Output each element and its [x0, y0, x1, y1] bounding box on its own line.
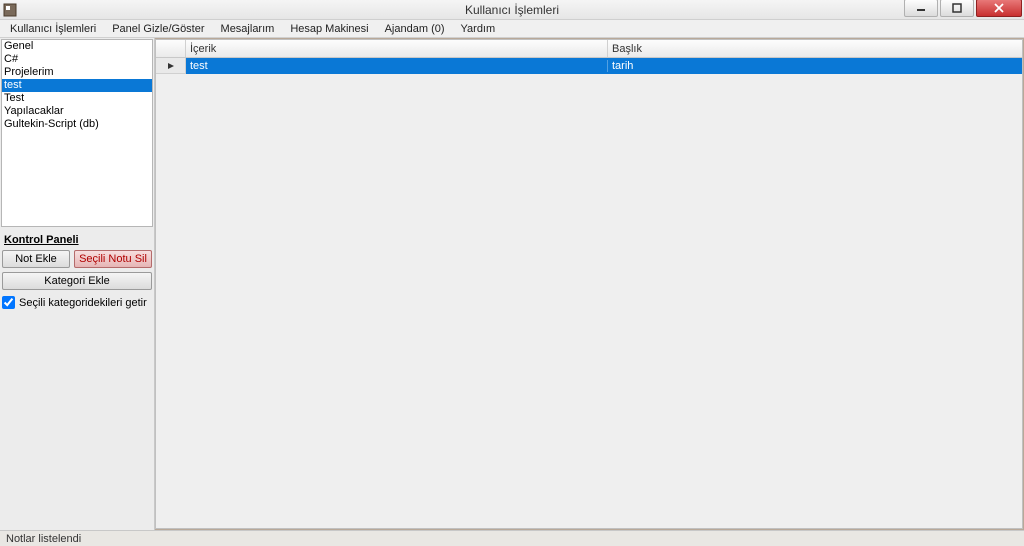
menu-agenda[interactable]: Ajandam (0)	[377, 22, 453, 36]
grid-row-selector[interactable]	[156, 58, 186, 74]
control-panel: Kontrol Paneli Not Ekle Seçili Notu Sil …	[0, 230, 154, 311]
category-item[interactable]: Projelerim	[2, 66, 152, 79]
status-text: Notlar listelendi	[6, 533, 81, 545]
window-title: Kullanıcı İşlemleri	[465, 3, 559, 17]
menu-calculator[interactable]: Hesap Makinesi	[282, 22, 376, 36]
row-indicator-icon	[167, 62, 175, 70]
menu-messages[interactable]: Mesajlarım	[213, 22, 283, 36]
menu-bar: Kullanıcı İşlemleri Panel Gizle/Göster M…	[0, 20, 1024, 38]
fetch-category-items-checkbox-row[interactable]: Seçili kategoridekileri getir	[2, 296, 152, 309]
grid-cell-title[interactable]: tarih	[608, 60, 1022, 72]
minimize-button[interactable]	[904, 0, 938, 17]
add-note-button[interactable]: Not Ekle	[2, 250, 70, 268]
grid-row-selector-header[interactable]	[156, 40, 186, 57]
category-list[interactable]: Genel C# Projelerim test Test Yapılacakl…	[1, 39, 153, 227]
category-item[interactable]: Gultekin-Script (db)	[2, 118, 152, 131]
fetch-category-items-label: Seçili kategoridekileri getir	[19, 297, 147, 309]
control-panel-title: Kontrol Paneli	[2, 232, 152, 250]
grid-cell-content[interactable]: test	[186, 60, 608, 72]
grid-header: İçerik Başlık	[156, 40, 1022, 58]
menu-help[interactable]: Yardım	[453, 22, 504, 36]
close-button[interactable]	[976, 0, 1022, 17]
grid-column-title[interactable]: Başlık	[608, 40, 1022, 57]
main-area: Genel C# Projelerim test Test Yapılacakl…	[0, 38, 1024, 530]
delete-note-button[interactable]: Seçili Notu Sil	[74, 250, 152, 268]
category-item[interactable]: Yapılacaklar	[2, 105, 152, 118]
add-category-button[interactable]: Kategori Ekle	[2, 272, 152, 290]
window-buttons	[904, 0, 1024, 19]
sidebar: Genel C# Projelerim test Test Yapılacakl…	[0, 38, 155, 530]
category-item[interactable]: C#	[2, 53, 152, 66]
app-icon	[0, 0, 20, 20]
category-item-selected[interactable]: test	[2, 79, 152, 92]
category-item[interactable]: Test	[2, 92, 152, 105]
grid-column-content[interactable]: İçerik	[186, 40, 608, 57]
maximize-button[interactable]	[940, 0, 974, 17]
menu-panel-toggle[interactable]: Panel Gizle/Göster	[104, 22, 212, 36]
category-item[interactable]: Genel	[2, 40, 152, 53]
notes-grid: İçerik Başlık test tarih	[155, 39, 1023, 529]
status-bar: Notlar listelendi	[0, 530, 1024, 546]
grid-body: test tarih	[156, 58, 1022, 528]
title-bar: Kullanıcı İşlemleri	[0, 0, 1024, 20]
fetch-category-items-checkbox[interactable]	[2, 296, 15, 309]
grid-row[interactable]: test tarih	[156, 58, 1022, 74]
menu-user-ops[interactable]: Kullanıcı İşlemleri	[2, 22, 104, 36]
